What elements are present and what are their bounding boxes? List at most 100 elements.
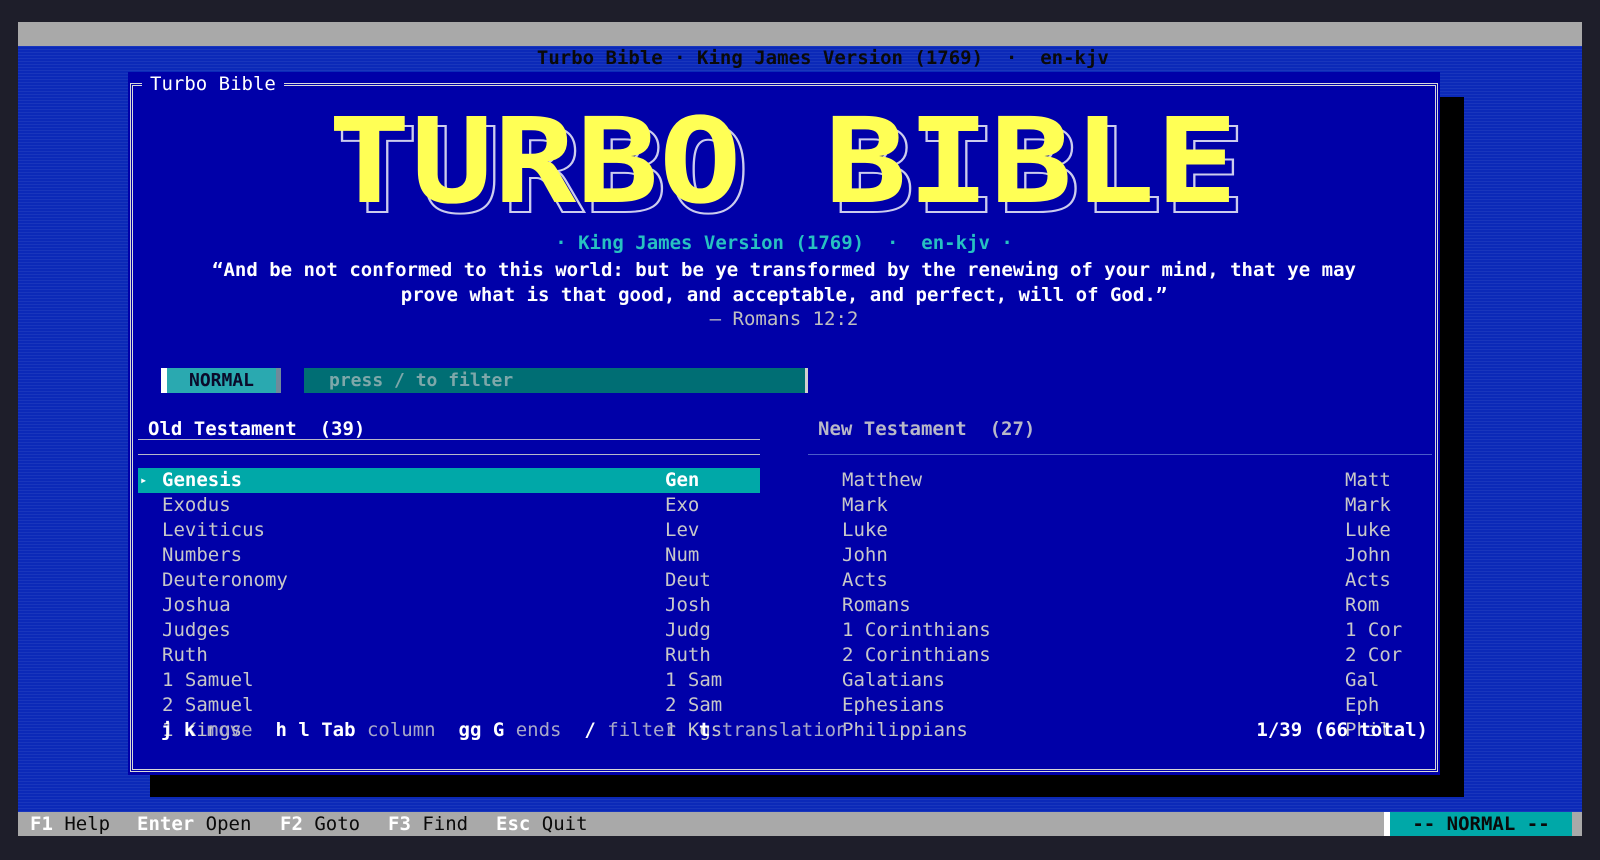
book-row[interactable]: Luke Luke <box>818 518 1440 543</box>
book-name: Luke <box>842 519 888 541</box>
book-row[interactable]: Deuteronomy Deut <box>138 568 760 593</box>
old-testament-list: ▸ Genesis Gen Exodus Exo Leviticus Lev Numbers N… <box>138 468 760 743</box>
book-name: Ruth <box>162 644 208 666</box>
fkey-action: Find <box>422 813 469 835</box>
filter-input[interactable]: press / to filter <box>304 368 808 393</box>
book-row[interactable]: Ruth Ruth <box>138 643 760 668</box>
book-abbreviation: Judg <box>665 619 711 641</box>
translation-subtitle: · King James Version (1769) · en-kjv · <box>555 232 1013 254</box>
book-abbreviation: 1 Cor <box>1345 619 1403 641</box>
turbo-bible-logo: TURBO BIBLE TURBO BIBLE <box>328 92 1247 220</box>
hint-key: t <box>698 719 711 741</box>
new-testament-list: Matthew Matt Mark Mark Luke Luke John John Acts A… <box>818 468 1440 743</box>
fkey-label: F3 <box>388 813 411 835</box>
book-name: Exodus <box>162 494 231 516</box>
dialog-title: Turbo Bible <box>142 72 284 96</box>
book-name: Romans <box>842 594 911 616</box>
book-name: Leviticus <box>162 519 265 541</box>
fkey-label: F2 <box>280 813 303 835</box>
fkey-label: F1 <box>30 813 53 835</box>
book-row[interactable]: Mark Mark <box>818 493 1440 518</box>
fkey-action: Open <box>205 813 252 835</box>
fkey-action: Help <box>64 813 111 835</box>
book-abbreviation: Mark <box>1345 494 1391 516</box>
book-abbreviation: Gen <box>665 469 700 491</box>
book-abbreviation: Num <box>665 544 700 566</box>
hint-key: h l Tab <box>275 719 356 741</box>
book-abbreviation: Josh <box>665 594 711 616</box>
book-row[interactable]: John John <box>818 543 1440 568</box>
book-name: 1 Corinthians <box>842 619 991 641</box>
book-name: Joshua <box>162 594 231 616</box>
selection-marker-icon: ▸ <box>140 473 148 487</box>
book-abbreviation: John <box>1345 544 1391 566</box>
book-row[interactable]: 2 Corinthians 2 Cor <box>818 643 1440 668</box>
book-name: Deuteronomy <box>162 569 288 591</box>
book-abbreviation: Eph <box>1345 694 1380 716</box>
book-row[interactable]: 2 Samuel 2 Sam <box>138 693 760 718</box>
hint-key: j k <box>161 719 196 741</box>
f1-help-button[interactable]: F1 Help <box>30 812 110 836</box>
esc-quit-button[interactable]: Esc Quit <box>496 812 588 836</box>
book-abbreviation: Acts <box>1345 569 1391 591</box>
book-row[interactable]: ▸ Genesis Gen <box>138 468 760 493</box>
book-abbreviation: Matt <box>1345 469 1391 491</box>
function-key-bar: F1 Help Enter Open F2 Goto F3 Find Esc Q… <box>18 812 1582 836</box>
book-name: Philippians <box>842 719 968 741</box>
key-hints: j k move h l Tab column gg G ends / filt… <box>161 718 848 743</box>
book-name: 2 Corinthians <box>842 644 991 666</box>
hint-label: column <box>366 719 436 741</box>
book-name: John <box>842 544 888 566</box>
book-name: Mark <box>842 494 888 516</box>
book-name: Acts <box>842 569 888 591</box>
mode-badge: NORMAL <box>161 368 281 393</box>
book-row[interactable]: Romans Rom <box>818 593 1440 618</box>
fkey-label: Enter <box>137 813 195 835</box>
f2-goto-button[interactable]: F2 Goto <box>280 812 360 836</box>
hint-label: move <box>206 719 253 741</box>
nt-header-divider <box>808 454 1432 455</box>
terminal-screen: Turbo Bible · King James Version (1769) … <box>18 22 1582 836</box>
book-row[interactable]: Matthew Matt <box>818 468 1440 493</box>
fkey-action: Goto <box>314 813 361 835</box>
book-name: Ephesians <box>842 694 945 716</box>
list-position: 1/39 (66 total) <box>1256 719 1428 741</box>
book-row[interactable]: Galatians Gal <box>818 668 1440 693</box>
book-row[interactable]: Numbers Num <box>138 543 760 568</box>
book-abbreviation: 2 Cor <box>1345 644 1403 666</box>
verse-quote: “And be not conformed to this world: but… <box>168 258 1400 308</box>
enter-open-button[interactable]: Enter Open <box>137 812 251 836</box>
hint-key: gg G <box>458 719 505 741</box>
book-row[interactable]: Exodus Exo <box>138 493 760 518</box>
book-row[interactable]: Joshua Josh <box>138 593 760 618</box>
window-title-bar: Turbo Bible · King James Version (1769) … <box>18 22 1582 69</box>
book-abbreviation: Exo <box>665 494 700 516</box>
book-name: Numbers <box>162 544 243 566</box>
book-name: Judges <box>162 619 231 641</box>
hint-label: filter <box>607 719 676 741</box>
verse-line-1: “And be not conformed to this world: but… <box>212 259 1356 281</box>
f3-find-button[interactable]: F3 Find <box>388 812 468 836</box>
book-abbreviation: Gal <box>1345 669 1380 691</box>
hint-label: translation <box>721 719 848 741</box>
book-name: 1 Samuel <box>162 669 254 691</box>
book-row[interactable]: Leviticus Lev <box>138 518 760 543</box>
window-title: Turbo Bible · King James Version (1769) … <box>536 47 1109 69</box>
book-picker-dialog: Turbo Bible TURBO BIBLE TURBO BIBLE · Ki… <box>128 72 1440 775</box>
book-abbreviation: 2 Sam <box>665 694 723 716</box>
book-abbreviation: Luke <box>1345 519 1391 541</box>
book-row[interactable]: 1 Corinthians 1 Cor <box>818 618 1440 643</box>
book-row[interactable]: 1 Samuel 1 Sam <box>138 668 760 693</box>
book-abbreviation: Rom <box>1345 594 1380 616</box>
book-name: Matthew <box>842 469 923 491</box>
hint-key: / <box>584 719 596 741</box>
mode-indicator: -- NORMAL -- <box>1384 812 1572 836</box>
book-abbreviation: Deut <box>665 569 711 591</box>
fkey-label: Esc <box>496 813 531 835</box>
verse-line-2: prove what is that good, and acceptable,… <box>400 284 1168 306</box>
verse-reference: — Romans 12:2 <box>709 308 859 330</box>
new-testament-header[interactable]: New Testament (27) <box>818 417 1035 442</box>
book-row[interactable]: Ephesians Eph <box>818 693 1440 718</box>
book-row[interactable]: Judges Judg <box>138 618 760 643</box>
book-row[interactable]: Acts Acts <box>818 568 1440 593</box>
